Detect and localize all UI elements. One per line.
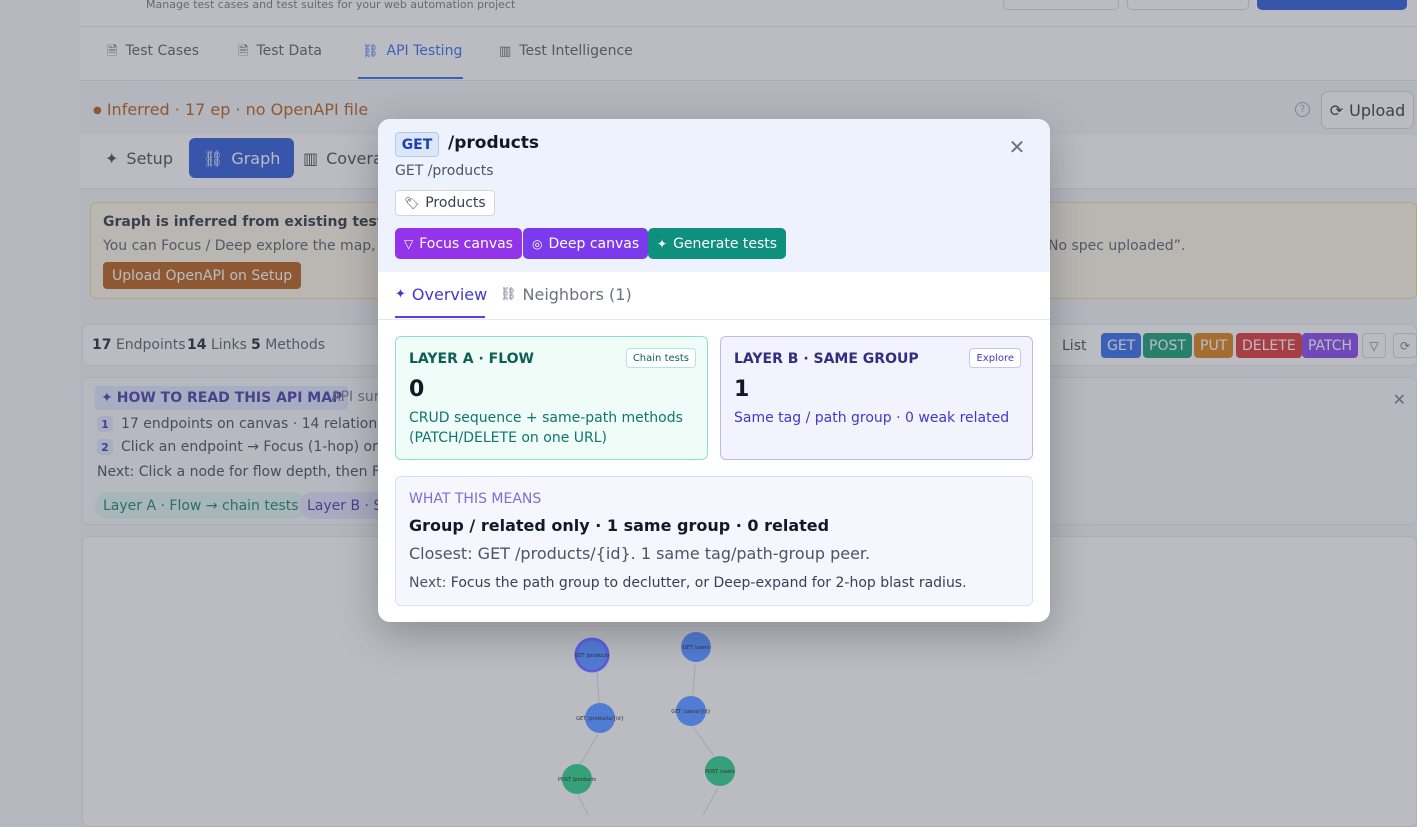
sparkle-icon: ✦ bbox=[395, 287, 406, 302]
layer-a-card: LAYER A · FLOW Chain tests 0 CRUD sequen… bbox=[395, 336, 708, 460]
layer-a-description: CRUD sequence + same-path methods (PATCH… bbox=[409, 410, 683, 446]
generate-tests-label: Generate tests bbox=[673, 235, 778, 252]
layer-a-count: 0 bbox=[409, 377, 425, 402]
layer-a-title: LAYER A · FLOW bbox=[409, 351, 535, 367]
tab-overview-label: Overview bbox=[411, 285, 488, 304]
tag-icon: 🏷 bbox=[404, 196, 420, 210]
endpoint-detail-modal: GET /products GET /products 🏷 Products ✕… bbox=[378, 119, 1050, 622]
endpoint-title: /products bbox=[448, 133, 540, 153]
focus-canvas-label: Focus canvas bbox=[419, 235, 513, 252]
active-tab-indicator bbox=[395, 316, 485, 318]
close-icon[interactable]: ✕ bbox=[1006, 135, 1028, 159]
means-closest: Closest: GET /products/{id}. 1 same tag/… bbox=[409, 544, 871, 563]
generate-tests-button[interactable]: ✦ Generate tests bbox=[648, 228, 787, 259]
target-icon: ◎ bbox=[532, 236, 543, 251]
tag-label: Products bbox=[425, 195, 486, 211]
layer-b-card: LAYER B · SAME GROUP Explore 1 Same tag … bbox=[720, 336, 1033, 460]
chain-tests-button[interactable]: Chain tests bbox=[625, 348, 696, 368]
tab-neighbors[interactable]: ⛓ Neighbors (1) bbox=[500, 285, 632, 304]
endpoint-path: GET /products bbox=[395, 163, 494, 179]
means-headline: Group / related only · 1 same group · 0 … bbox=[409, 516, 830, 535]
layer-b-count: 1 bbox=[734, 377, 750, 402]
layer-b-description: Same tag / path group · 0 weak related bbox=[734, 410, 1010, 426]
method-badge: GET bbox=[395, 132, 439, 157]
what-this-means-panel: WHAT THIS MEANS Group / related only · 1… bbox=[395, 476, 1033, 606]
tag-chip[interactable]: 🏷 Products bbox=[395, 190, 495, 216]
modal-tabs: ✦ Overview ⛓ Neighbors (1) bbox=[378, 272, 1050, 320]
means-heading: WHAT THIS MEANS bbox=[409, 491, 542, 507]
next-text: Focus the path group to declutter, or De… bbox=[450, 575, 967, 591]
next-label: Next: bbox=[409, 575, 447, 591]
means-next: Next: Focus the path group to declutter,… bbox=[409, 575, 967, 591]
tab-overview[interactable]: ✦ Overview bbox=[395, 285, 487, 304]
layer-b-title: LAYER B · SAME GROUP bbox=[734, 351, 919, 367]
link-icon: ⛓ bbox=[500, 287, 517, 302]
tab-neighbors-label: Neighbors (1) bbox=[522, 285, 632, 304]
modal-header: GET /products GET /products 🏷 Products ✕… bbox=[378, 119, 1050, 272]
explore-button[interactable]: Explore bbox=[969, 348, 1021, 368]
deep-canvas-button[interactable]: ◎ Deep canvas bbox=[523, 228, 649, 259]
sparkle-icon: ✦ bbox=[657, 236, 668, 251]
deep-canvas-label: Deep canvas bbox=[548, 235, 640, 252]
filter-icon: ▽ bbox=[404, 236, 414, 251]
focus-canvas-button[interactable]: ▽ Focus canvas bbox=[395, 228, 522, 259]
